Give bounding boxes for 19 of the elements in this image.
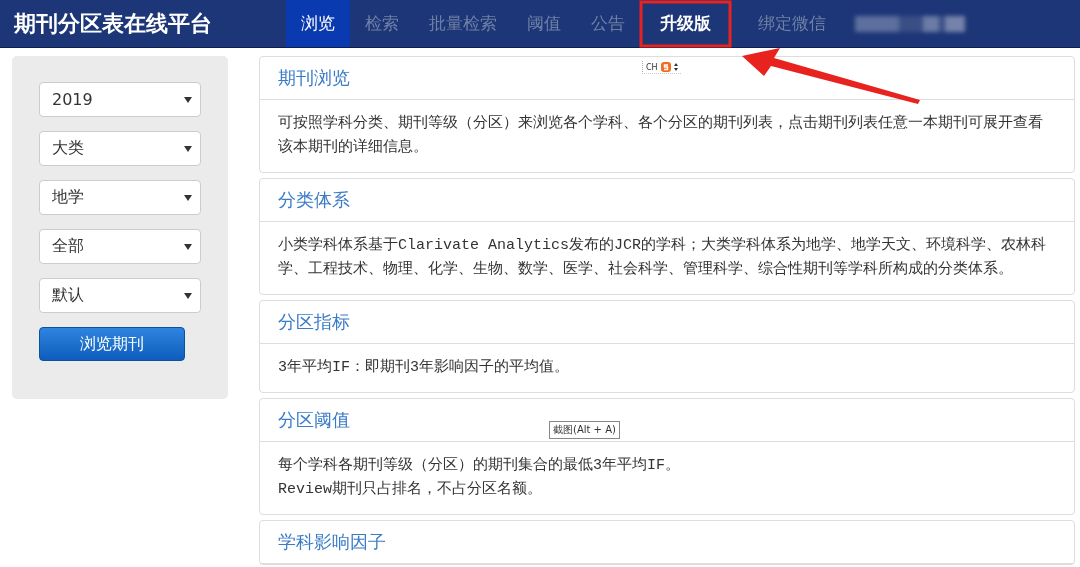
- tooltip: 截图(Alt + A): [549, 421, 620, 439]
- ime-toolbar[interactable]: CH: [642, 61, 681, 74]
- panel-text: 可按照学科分类、期刊等级（分区）来浏览各个学科、各个分区的期刊列表，点击期刊列表任意一本期刊可展开查看该本期刊的详细信息。: [278, 113, 1044, 158]
- panel-text: 每个学科各期刊等级（分区）的期刊集合的最低3年平均IF。: [278, 455, 681, 476]
- nav-tab[interactable]: 浏览: [286, 0, 350, 47]
- dropdown[interactable]: 全部: [39, 229, 201, 264]
- panel-text: 小类学科体系基于Clarivate Analytics发布的JCR的学科；大类学科体系为地学、地学天文、环境科学、农林科学、工程技术、物理、化学、生物、数学、医学、社会科学、管理科学、综合性期刊等学科所构成的分类体系。: [278, 235, 1048, 280]
- dropdown[interactable]: 地学: [39, 180, 201, 215]
- panel-text: 3年平均IF：即期刊3年影响因子的平均值。: [278, 357, 570, 378]
- dropdown[interactable]: 默认: [39, 278, 201, 313]
- panel-heading: 分区指标: [260, 301, 1074, 344]
- panel-heading: 分类体系: [260, 179, 1074, 222]
- panel-heading: 学科影响因子: [260, 521, 1074, 564]
- site-title: 期刊分区表在线平台: [13, 8, 213, 38]
- dropdown[interactable]: 大类: [39, 131, 201, 166]
- dropdown[interactable]: 2019: [39, 82, 201, 117]
- nav-tab[interactable]: 升级版: [640, 0, 731, 47]
- panel-text: Review期刊只占排名，不占分区名额。: [278, 479, 543, 500]
- browse-button[interactable]: 浏览期刊: [39, 327, 185, 361]
